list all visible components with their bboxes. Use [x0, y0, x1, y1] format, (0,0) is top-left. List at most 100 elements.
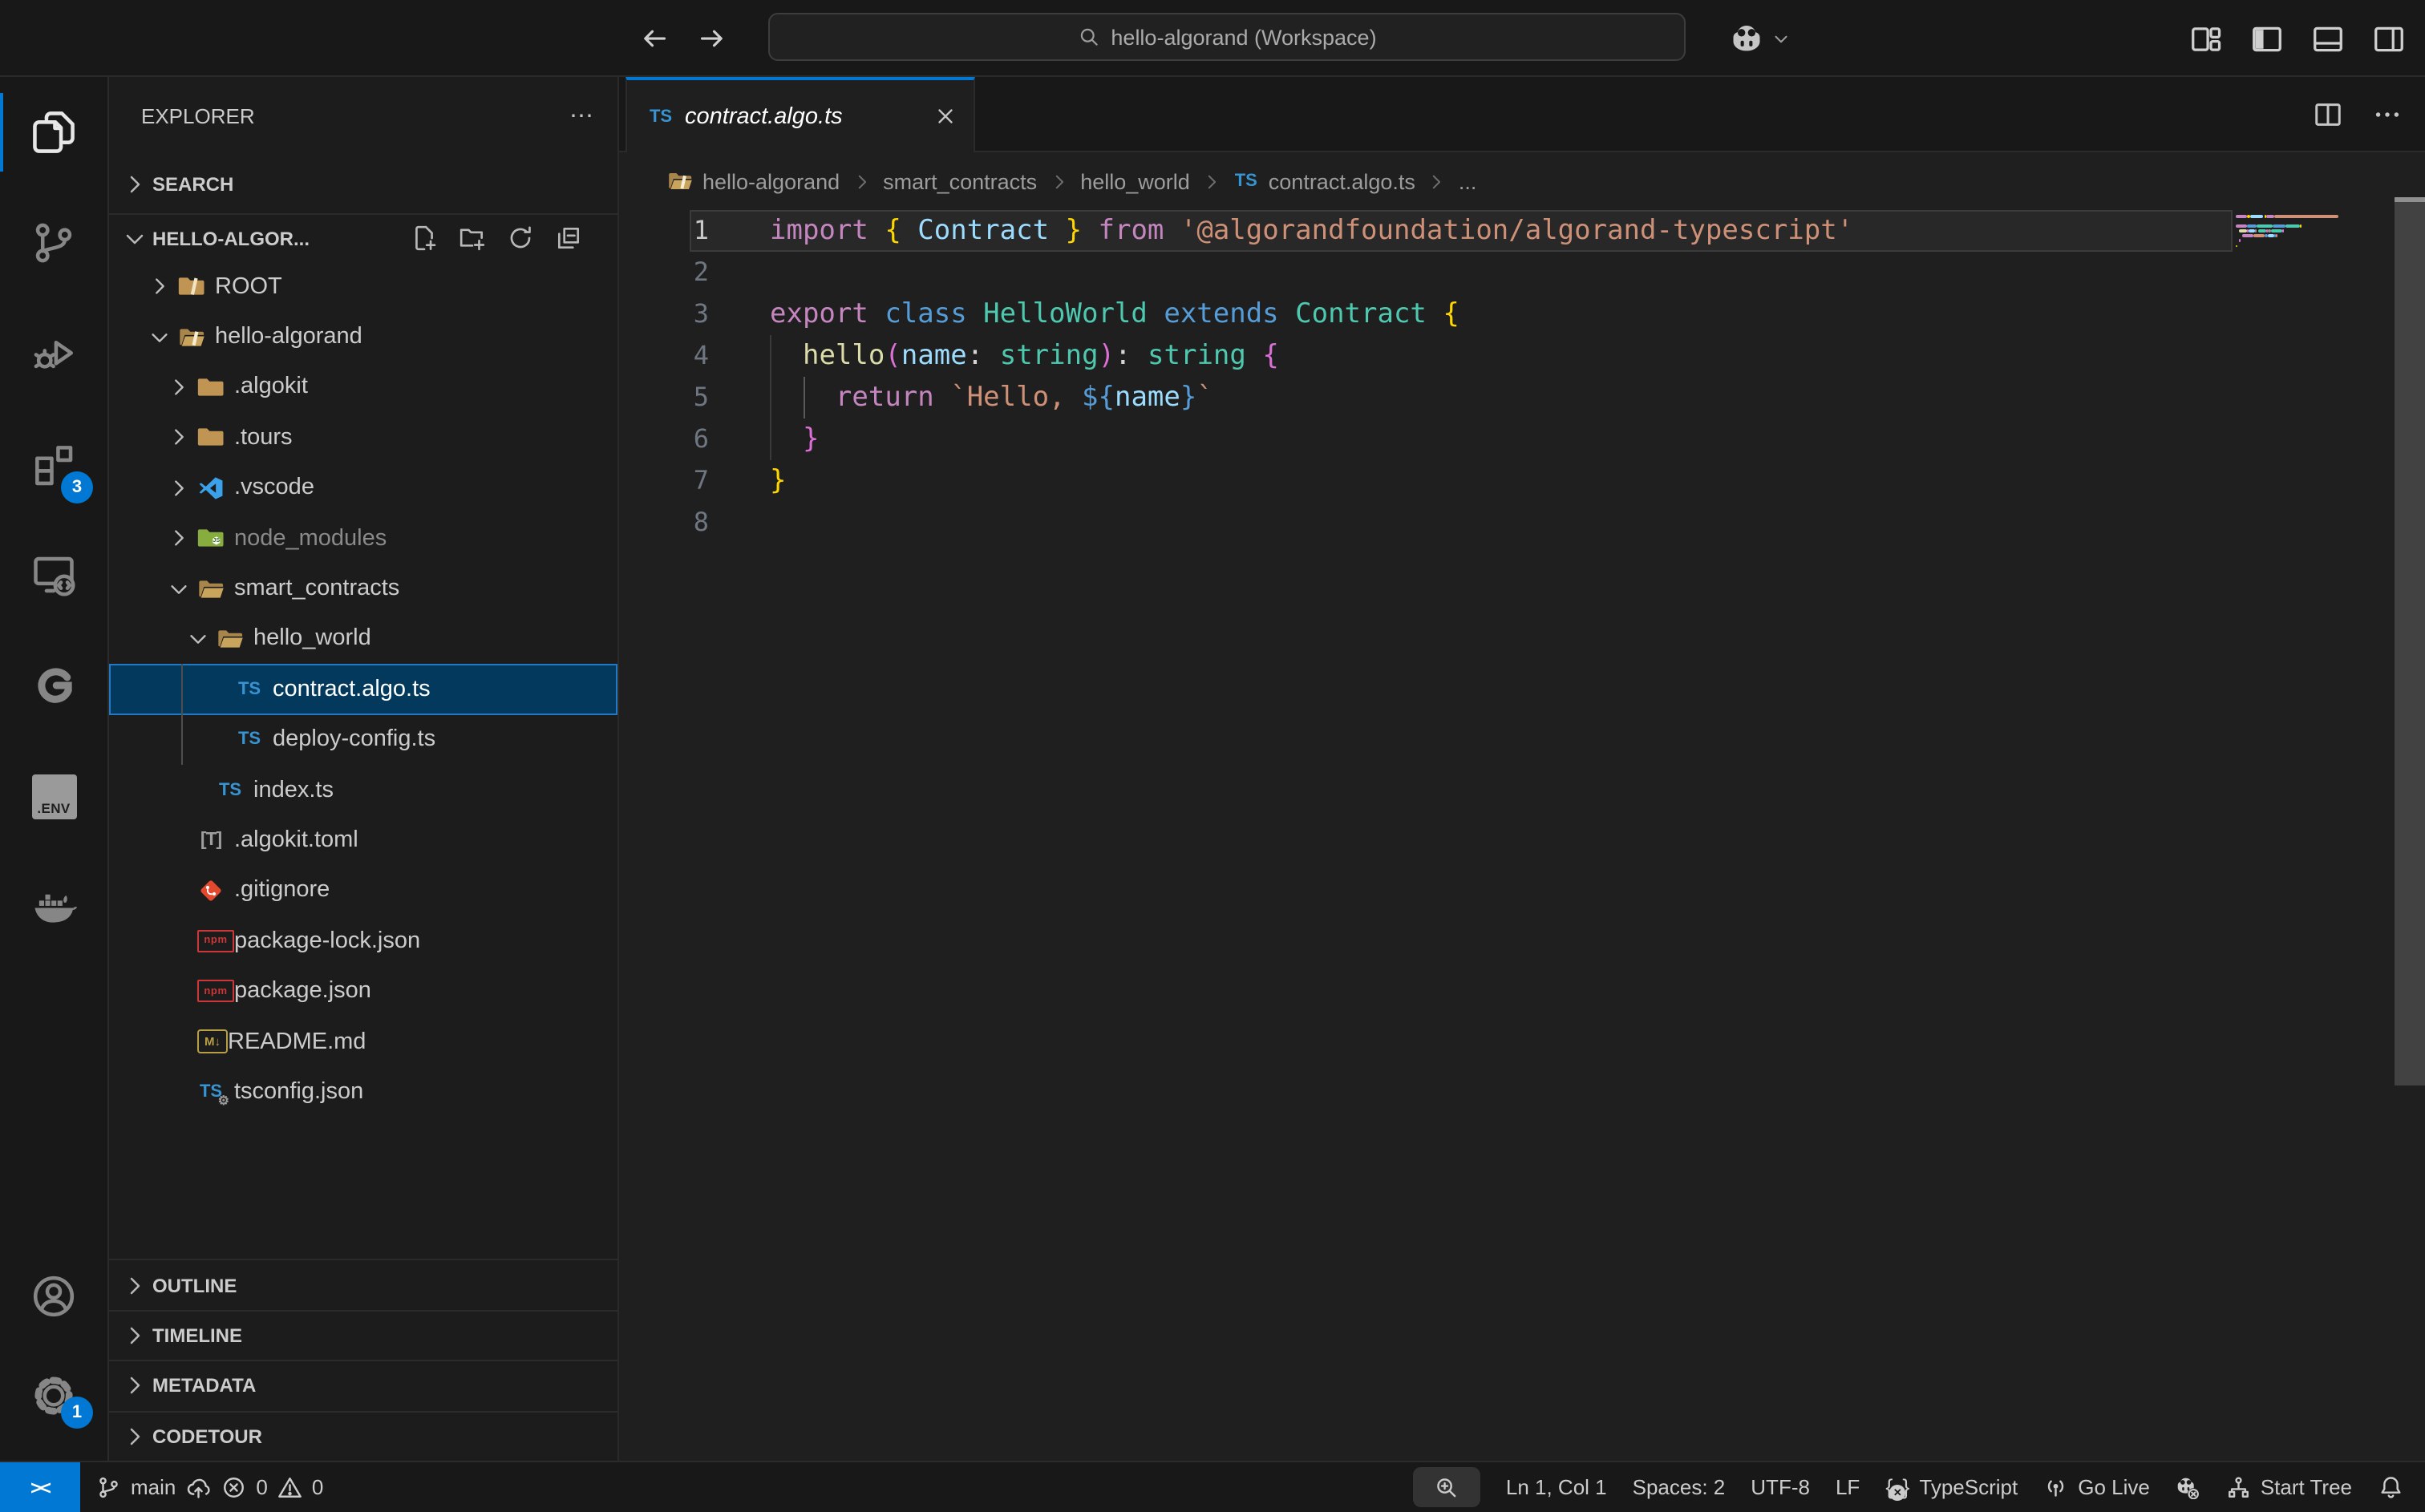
section-label: TIMELINE — [152, 1324, 242, 1347]
tree-item-node-modules[interactable]: JSnode_modules — [109, 513, 617, 564]
tree-item-label: contract.algo.ts — [273, 677, 431, 702]
status-eol[interactable]: LF — [1836, 1462, 1860, 1512]
section-timeline[interactable]: TIMELINE — [109, 1310, 617, 1360]
breadcrumb-item[interactable]: hello-algorand — [667, 168, 840, 194]
error-icon — [221, 1475, 246, 1500]
status-indentation[interactable]: Spaces: 2 — [1633, 1462, 1726, 1512]
breadcrumb-item[interactable]: ... — [1459, 169, 1477, 193]
vscode-icon — [197, 475, 225, 502]
editor-scrollbar[interactable] — [2395, 197, 2425, 1085]
code-line-7[interactable]: } — [619, 460, 2281, 502]
collapse-all-icon[interactable] — [555, 224, 582, 252]
sidebar-title: EXPLORER — [141, 103, 255, 127]
code-line-1[interactable]: import { Contract } from '@algorandfound… — [619, 210, 2281, 252]
close-icon[interactable] — [933, 104, 957, 128]
split-editor-icon[interactable] — [2313, 99, 2343, 130]
status-cursor-position[interactable]: Ln 1, Col 1 — [1506, 1462, 1607, 1512]
tree-item-hello-world[interactable]: hello_world — [109, 613, 617, 664]
forward-arrow-icon[interactable] — [696, 22, 728, 55]
code-line-2[interactable] — [619, 252, 2281, 293]
section-codetour[interactable]: CODETOUR — [109, 1410, 617, 1461]
activity-account[interactable] — [0, 1246, 107, 1345]
sidebar-more-actions[interactable]: ⋯ — [569, 101, 595, 130]
new-folder-icon[interactable] — [459, 224, 486, 252]
tree-item-package-lock-json[interactable]: npmpackage-lock.json — [109, 916, 617, 966]
tree-icon — [2226, 1475, 2251, 1500]
tree-item--vscode[interactable]: .vscode — [109, 463, 617, 513]
tree-item-contract-algo-ts[interactable]: TScontract.algo.ts — [109, 664, 617, 714]
activity-settings[interactable]: 1 — [0, 1345, 107, 1445]
status-zoom-indicator[interactable] — [1413, 1467, 1480, 1507]
activity-source-control[interactable] — [0, 188, 107, 298]
tree-item--tours[interactable]: .tours — [109, 412, 617, 463]
folder-open-icon — [217, 625, 244, 653]
status-problems[interactable]: 00 — [221, 1462, 323, 1512]
section-outline[interactable]: OUTLINE — [109, 1259, 617, 1310]
toggle-secondary-sidebar-icon[interactable] — [2372, 22, 2406, 55]
tree-item-deploy-config-ts[interactable]: TSdeploy-config.ts — [109, 714, 617, 765]
tree-item-index-ts[interactable]: TSindex.ts — [109, 765, 617, 815]
code-editor[interactable]: 12345678 import { Contract } from '@algo… — [619, 210, 2425, 1461]
code-line-5[interactable]: return `Hello, ${name}` — [619, 377, 2281, 418]
status-encoding[interactable]: UTF-8 — [1751, 1462, 1810, 1512]
status-remote[interactable]: >< — [0, 1462, 80, 1512]
tree-item-root[interactable]: ROOT — [109, 261, 617, 312]
code-line-6[interactable]: } — [619, 418, 2281, 460]
tree-item-tsconfig-json[interactable]: TS⚙tsconfig.json — [109, 1067, 617, 1118]
status-start-tree[interactable]: Start Tree — [2226, 1462, 2352, 1512]
status-branch[interactable]: main — [96, 1462, 210, 1512]
activity-docker[interactable] — [0, 851, 107, 962]
tree-item--algokit[interactable]: .algokit — [109, 362, 617, 413]
title-bar: hello-algorand (Workspace) — [0, 0, 2425, 77]
minimap[interactable] — [2236, 215, 2345, 255]
dotenv-icon: .ENV — [31, 774, 76, 819]
code-line-4[interactable]: hello(name: string): string { — [619, 335, 2281, 377]
tree-item--algokit-toml[interactable]: [T].algokit.toml — [109, 815, 617, 866]
command-center-search[interactable]: hello-algorand (Workspace) — [768, 13, 1686, 61]
customize-layout-icon[interactable] — [2189, 22, 2223, 55]
status-language[interactable]: {✕}TypeScript — [1885, 1462, 2018, 1512]
more-actions-icon[interactable] — [2372, 99, 2403, 130]
code-line-3[interactable]: export class HelloWorld extends Contract… — [619, 293, 2281, 335]
status-notifications[interactable] — [2378, 1462, 2403, 1512]
activity-remote-explorer[interactable] — [0, 519, 107, 630]
code-line-8[interactable] — [619, 502, 2281, 544]
status-copilot[interactable] — [2176, 1462, 2200, 1512]
status-label: LF — [1836, 1475, 1860, 1499]
activity-extensions[interactable]: 3 — [0, 409, 107, 519]
breadcrumb-item[interactable]: smart_contracts — [883, 169, 1037, 193]
status-bar: >< main00 Ln 1, Col 1 Spaces: 2 UTF-8 LF {✕}T… — [0, 1461, 2425, 1512]
activity-explorer[interactable] — [0, 77, 107, 188]
tree-item-smart-contracts[interactable]: smart_contracts — [109, 564, 617, 614]
toggle-primary-sidebar-icon[interactable] — [2250, 22, 2284, 55]
status-go-live[interactable]: Go Live — [2043, 1462, 2150, 1512]
breadcrumb-item[interactable]: TScontract.algo.ts — [1233, 168, 1415, 194]
section-metadata[interactable]: METADATA — [109, 1360, 617, 1410]
new-file-icon[interactable] — [411, 224, 438, 252]
breadcrumb: hello-algorand smart_contracts hello_world… — [619, 152, 2425, 210]
section-search[interactable]: SEARCH — [109, 154, 617, 213]
folder-root-open-icon — [667, 168, 693, 194]
tree-item-package-json[interactable]: npmpackage.json — [109, 966, 617, 1017]
back-arrow-icon[interactable] — [638, 22, 670, 55]
breadcrumb-separator-icon — [1427, 171, 1447, 192]
activity-algokit[interactable] — [0, 630, 107, 741]
tree-item-hello-algorand[interactable]: hello-algorand — [109, 312, 617, 362]
ts-icon: TS — [236, 726, 263, 753]
activity-dotenv[interactable]: .ENV — [0, 741, 107, 851]
workspace-header[interactable]: HELLO-ALGOR... — [109, 213, 617, 261]
workspace-label: HELLO-ALGOR... — [152, 227, 310, 249]
chevron-right-icon — [122, 1424, 148, 1449]
markdown-icon: M↓ — [197, 1029, 228, 1053]
tab-contract-algo-ts[interactable]: TS contract.algo.ts — [625, 77, 975, 152]
activity-run-debug[interactable] — [0, 298, 107, 409]
activity-bar: 3 .ENV 1 — [0, 77, 109, 1461]
breadcrumb-item[interactable]: hello_world — [1080, 169, 1190, 193]
chevron-right-icon — [122, 1373, 148, 1399]
toggle-panel-icon[interactable] — [2311, 22, 2345, 55]
tree-item--gitignore[interactable]: .gitignore — [109, 865, 617, 916]
git-icon — [197, 877, 225, 904]
tree-item-readme-md[interactable]: M↓README.md — [109, 1017, 617, 1067]
refresh-icon[interactable] — [507, 224, 534, 252]
copilot-menu[interactable] — [1729, 0, 1791, 77]
